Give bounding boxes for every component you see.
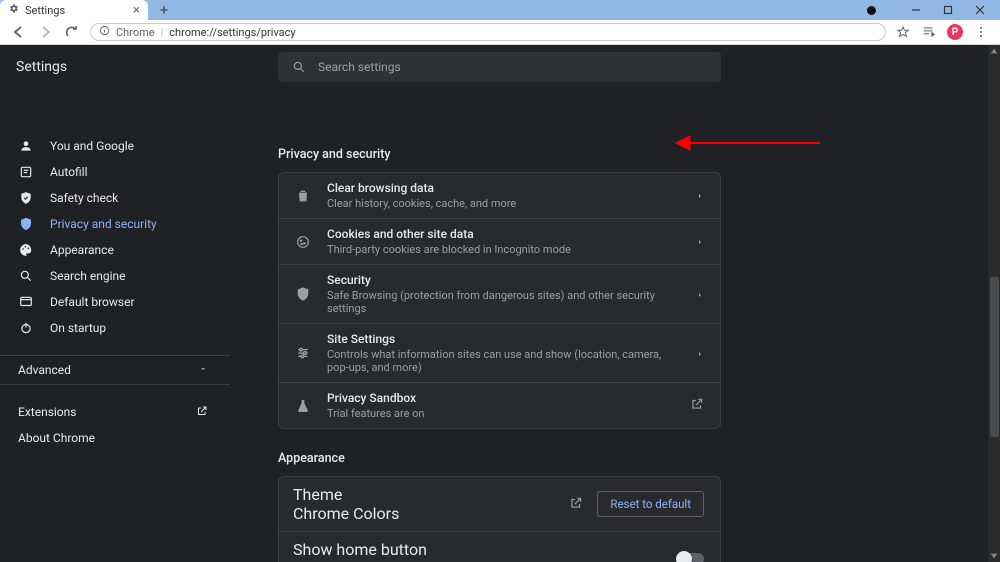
row-theme[interactable]: Theme Chrome Colors Reset to default xyxy=(279,477,720,532)
row-privacy-sandbox[interactable]: Privacy Sandbox Trial features are on xyxy=(279,383,720,428)
bookmark-star-icon[interactable] xyxy=(892,25,914,39)
tab-title: Settings xyxy=(25,4,65,17)
browser-icon xyxy=(18,295,34,309)
reading-list-icon[interactable] xyxy=(918,25,940,39)
scrollbar-thumb[interactable] xyxy=(990,277,999,437)
sidebar-item-on-startup[interactable]: On startup xyxy=(0,315,212,341)
sidebar-advanced-label: Advanced xyxy=(18,363,71,377)
power-icon xyxy=(18,321,34,335)
settings-sidebar: You and Google Autofill Safety check Pri… xyxy=(0,133,230,562)
settings-search-input[interactable] xyxy=(318,60,707,74)
sidebar-extensions-label: Extensions xyxy=(18,405,76,419)
open-external-icon[interactable] xyxy=(569,495,583,514)
sidebar-about-link[interactable]: About Chrome xyxy=(0,425,230,451)
new-tab-button[interactable]: + xyxy=(154,0,174,20)
open-external-icon xyxy=(196,405,208,420)
sidebar-item-label: Default browser xyxy=(50,295,135,309)
tab-close-button[interactable]: × xyxy=(133,4,140,17)
security-icon xyxy=(293,286,313,302)
window-close-button[interactable] xyxy=(964,0,996,20)
sidebar-item-label: Safety check xyxy=(50,191,118,205)
back-button[interactable] xyxy=(6,25,32,39)
home-button-toggle[interactable] xyxy=(678,553,704,562)
row-site-settings[interactable]: Site Settings Controls what information … xyxy=(279,324,720,383)
window-minimize-button[interactable] xyxy=(900,0,932,20)
brush-icon xyxy=(18,243,34,257)
sidebar-item-autofill[interactable]: Autofill xyxy=(0,159,212,185)
sidebar-item-default-browser[interactable]: Default browser xyxy=(0,289,212,315)
chevron-right-icon xyxy=(696,232,704,251)
window-maximize-button[interactable] xyxy=(932,0,964,20)
shield-icon xyxy=(18,217,34,231)
sidebar-item-search-engine[interactable]: Search engine xyxy=(0,263,212,289)
shield-check-icon xyxy=(18,191,34,205)
sidebar-item-label: On startup xyxy=(50,321,106,335)
row-home-button: Show home button Disabled xyxy=(279,532,720,562)
sidebar-item-label: Autofill xyxy=(50,165,88,179)
chevron-right-icon xyxy=(696,285,704,304)
section-title-privacy: Privacy and security xyxy=(278,147,986,162)
sidebar-item-label: Privacy and security xyxy=(50,217,157,231)
row-clear-browsing-data[interactable]: Clear browsing data Clear history, cooki… xyxy=(279,173,720,219)
row-cookies[interactable]: Cookies and other site data Third-party … xyxy=(279,219,720,265)
vertical-scrollbar[interactable] xyxy=(988,45,1000,562)
sidebar-item-label: Appearance xyxy=(50,243,114,257)
person-icon xyxy=(18,139,34,153)
browser-toolbar: Chrome | chrome://settings/privacy P xyxy=(0,20,1000,45)
sidebar-item-safety-check[interactable]: Safety check xyxy=(0,185,212,211)
trash-icon xyxy=(293,188,313,204)
scrollbar-down-arrow[interactable] xyxy=(988,550,1000,562)
reload-button[interactable] xyxy=(58,25,84,39)
sliders-icon xyxy=(293,345,313,361)
sidebar-item-privacy[interactable]: Privacy and security xyxy=(0,211,212,237)
url-text: chrome://settings/privacy xyxy=(169,26,295,39)
row-security[interactable]: Security Safe Browsing (protection from … xyxy=(279,265,720,324)
open-external-icon xyxy=(690,396,704,415)
forward-button[interactable] xyxy=(32,25,58,39)
appearance-card: Theme Chrome Colors Reset to default Sho… xyxy=(278,476,721,562)
sidebar-item-label: Search engine xyxy=(50,269,125,283)
site-info-icon[interactable] xyxy=(99,25,110,39)
cookie-icon xyxy=(293,234,313,250)
settings-search[interactable] xyxy=(278,52,721,82)
url-scheme-label: Chrome xyxy=(116,26,155,39)
privacy-card: Clear browsing data Clear history, cooki… xyxy=(278,172,721,429)
account-indicator-dot xyxy=(867,6,876,15)
browser-tab[interactable]: Settings × xyxy=(0,0,148,20)
search-icon xyxy=(292,60,306,74)
autofill-icon xyxy=(18,165,34,179)
flask-icon xyxy=(293,398,313,414)
chevron-down-icon xyxy=(198,363,208,377)
sidebar-item-you-and-google[interactable]: You and Google xyxy=(0,133,212,159)
page-title: Settings xyxy=(0,59,278,75)
profile-avatar[interactable]: P xyxy=(944,24,966,40)
section-title-appearance: Appearance xyxy=(278,451,986,466)
address-bar[interactable]: Chrome | chrome://settings/privacy xyxy=(90,23,886,41)
search-icon xyxy=(18,269,34,283)
sidebar-about-label: About Chrome xyxy=(18,431,95,445)
gear-icon xyxy=(8,3,19,17)
sidebar-advanced-toggle[interactable]: Advanced xyxy=(0,355,230,385)
sidebar-item-label: You and Google xyxy=(50,139,134,153)
chevron-right-icon xyxy=(696,344,704,363)
chevron-right-icon xyxy=(696,186,704,205)
sidebar-item-appearance[interactable]: Appearance xyxy=(0,237,212,263)
kebab-menu-icon[interactable] xyxy=(970,25,992,39)
reset-to-default-button[interactable]: Reset to default xyxy=(597,491,704,517)
sidebar-extensions-link[interactable]: Extensions xyxy=(0,399,230,425)
settings-main-panel: Privacy and security Clear browsing data… xyxy=(278,133,986,562)
